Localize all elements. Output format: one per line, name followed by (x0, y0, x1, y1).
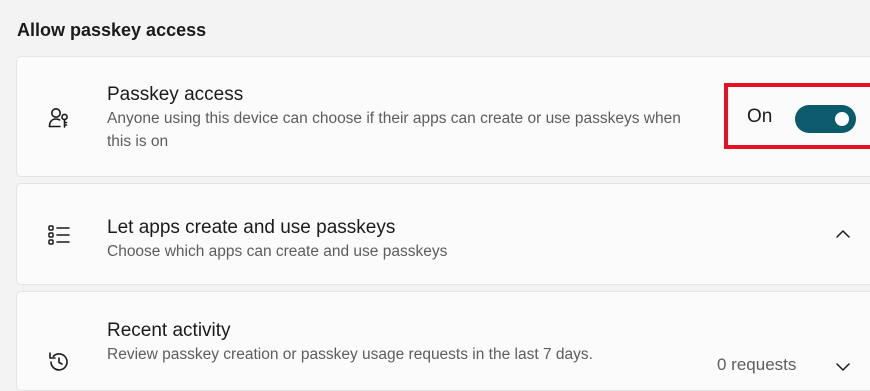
passkey-access-title: Passkey access (107, 84, 244, 105)
toggle-knob (835, 112, 849, 126)
person-key-icon (47, 106, 71, 130)
passkey-toggle-state-label: On (747, 106, 773, 127)
chevron-down-icon[interactable] (834, 358, 852, 376)
recent-activity-description: Review passkey creation or passkey usage… (107, 346, 593, 363)
recent-activity-title: Recent activity (107, 320, 231, 341)
recent-activity-card[interactable]: Recent activity Review passkey creation … (16, 291, 870, 391)
let-apps-card[interactable]: Let apps create and use passkeys Choose … (16, 183, 870, 285)
chevron-up-icon[interactable] (834, 225, 852, 243)
history-icon (47, 350, 71, 374)
section-title: Allow passkey access (17, 20, 207, 40)
let-apps-description: Choose which apps can create and use pas… (107, 243, 448, 260)
requests-count: 0 requests (717, 355, 797, 374)
passkey-access-toggle[interactable] (795, 105, 856, 133)
list-icon (47, 223, 71, 247)
passkey-access-description: Anyone using this device can choose if t… (107, 110, 681, 150)
let-apps-title: Let apps create and use passkeys (107, 217, 396, 238)
